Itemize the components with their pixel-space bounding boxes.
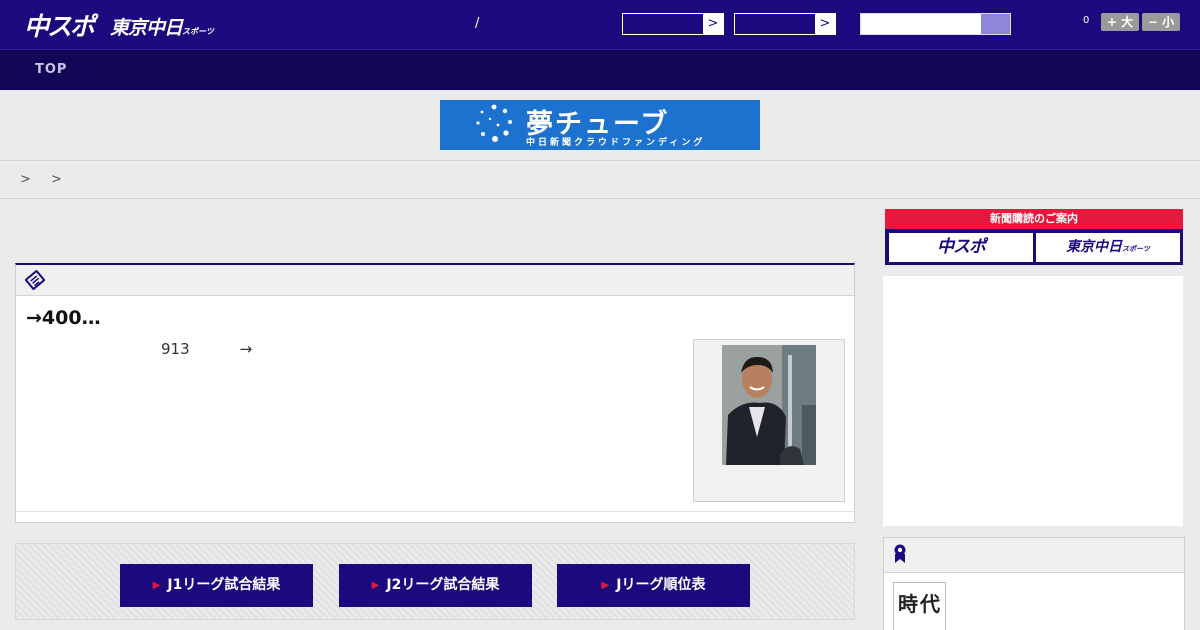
nav-item-top[interactable]: TOP [35, 62, 67, 77]
triangle-right-icon: ▶ [371, 580, 380, 591]
breadcrumb: > > [20, 172, 70, 187]
font-larger-button[interactable]: + 大 [1101, 13, 1139, 31]
lead-number: 913 [161, 340, 190, 358]
j-standings-button[interactable]: ▶ Jリーグ順位表 [557, 564, 750, 607]
subscribe-tokyo-chunichi-text: 東京中日 [1066, 239, 1123, 255]
subscription-ad[interactable]: 新聞購読のご案内 中スポ 東京中日スポーツ [885, 209, 1183, 265]
subscribe-tokyo-chunichi[interactable]: 東京中日スポーツ [1036, 233, 1180, 262]
header-select-2[interactable]: > [734, 13, 836, 35]
search-button[interactable] [981, 14, 1010, 34]
league-results-bar: ▶ J1リーグ試合結果 ▶ J2リーグ試合結果 ▶ Jリーグ順位表 [15, 543, 855, 620]
chevron-right-icon: > [815, 14, 835, 34]
triangle-right-icon: ▶ [152, 580, 161, 591]
dots-circle-icon [476, 104, 512, 142]
header-select-1[interactable]: > [622, 13, 724, 35]
article-box: →400… 913 → [15, 263, 855, 523]
lead-arrow: → [239, 340, 253, 358]
triangle-right-icon: ▶ [601, 580, 610, 591]
font-size-value: 0 [1083, 15, 1090, 26]
subscription-label: 新聞購読のご案内 [885, 209, 1183, 229]
article-thumbnail[interactable] [693, 339, 845, 502]
chevron-right-icon: > [703, 14, 723, 34]
j2-results-label: J2リーグ試合結果 [386, 577, 500, 593]
ad-space [883, 276, 1183, 526]
tokyo-chunichi-logo-text: 東京中日 [110, 17, 183, 39]
subscribe-tokyo-chunichi-sub: スポーツ [1122, 245, 1150, 253]
medal-icon [894, 544, 906, 563]
j-standings-label: Jリーグ順位表 [616, 577, 706, 593]
article-lead: 913 → [161, 340, 302, 358]
subscribe-chuspo[interactable]: 中スポ [889, 233, 1033, 262]
j1-results-button[interactable]: ▶ J1リーグ試合結果 [120, 564, 313, 607]
ranking-header [884, 538, 1184, 573]
tokyo-chunichi-logo-sub: スポーツ [182, 27, 214, 36]
header-slash: / [475, 16, 480, 31]
sidebar-ranking-box: 時代 [883, 537, 1185, 630]
article-header [16, 265, 854, 296]
yume-tube-banner[interactable]: 夢チューブ 中日新聞クラウドファンディング [440, 100, 760, 150]
jidai-thumbnail[interactable]: 時代 [893, 582, 946, 630]
site-header: 中スポ 東京中日スポーツ / > > 0 + 大 − 小 [0, 0, 1200, 49]
j2-results-button[interactable]: ▶ J2リーグ試合結果 [339, 564, 532, 607]
chuspo-logo[interactable]: 中スポ [24, 7, 95, 43]
divider [0, 198, 1200, 199]
article-headline[interactable]: →400… [26, 307, 101, 329]
tokyo-chunichi-logo[interactable]: 東京中日スポーツ [110, 13, 214, 40]
divider [16, 511, 854, 512]
divider [0, 160, 1200, 161]
newspaper-icon [25, 270, 45, 290]
banner-subtitle: 中日新聞クラウドファンディング [526, 138, 706, 148]
search-input[interactable] [860, 13, 1011, 35]
j1-results-label: J1リーグ試合結果 [167, 577, 281, 593]
main-nav: TOP [0, 49, 1200, 90]
person-photo [722, 345, 816, 465]
font-smaller-button[interactable]: − 小 [1142, 13, 1180, 31]
